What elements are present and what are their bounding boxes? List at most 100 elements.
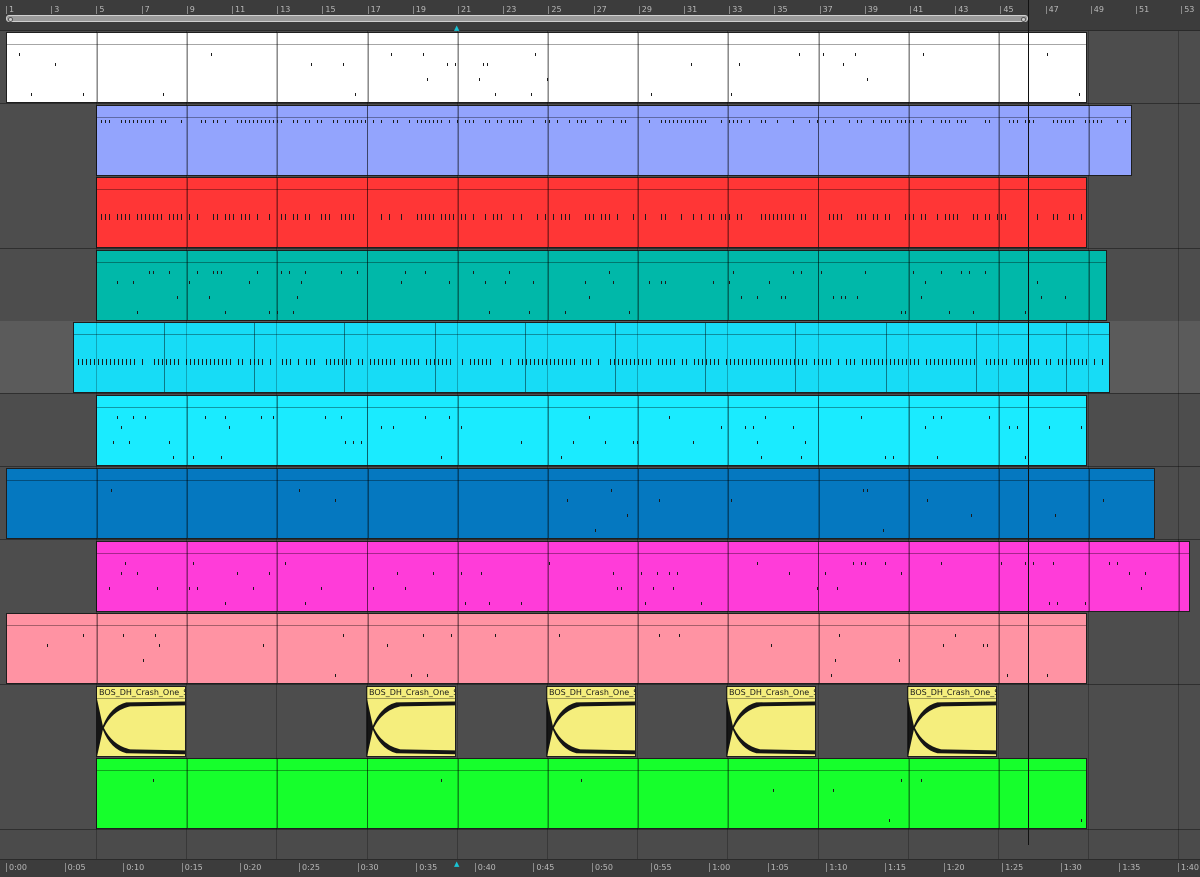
bar-divider	[548, 542, 549, 611]
midi-note	[149, 120, 150, 123]
midi-note	[261, 120, 262, 123]
audio-clip[interactable]: BOS_DH_Crash_One_Shot	[546, 686, 636, 757]
midi-note	[798, 359, 799, 365]
midi-note	[857, 120, 858, 123]
midi-note	[638, 359, 639, 365]
midi-note	[558, 359, 559, 365]
midi-note	[374, 359, 375, 365]
track-lane[interactable]	[0, 104, 1200, 177]
midi-clip[interactable]	[96, 758, 1087, 829]
track-lane[interactable]	[0, 176, 1200, 249]
midi-note	[149, 271, 150, 274]
midi-note	[289, 271, 290, 274]
track-lane[interactable]: BOS_DH_Crash_One_Shot BOS_DH_Crash_One_Sh…	[0, 685, 1200, 758]
midi-note	[387, 644, 388, 647]
midi-note	[137, 572, 138, 575]
track-lane[interactable]	[0, 757, 1200, 830]
midi-note	[785, 296, 786, 299]
midi-note	[749, 120, 750, 123]
midi-note	[713, 214, 714, 220]
midi-note	[495, 634, 496, 637]
midi-clip[interactable]	[96, 541, 1190, 612]
midi-note	[585, 214, 586, 220]
midi-clip[interactable]	[6, 613, 1087, 684]
track-lane[interactable]	[0, 612, 1200, 685]
midi-note	[533, 281, 534, 284]
waveform	[727, 699, 815, 756]
midi-note	[994, 359, 995, 365]
midi-note	[865, 271, 866, 274]
midi-note	[350, 359, 351, 365]
midi-clip[interactable]	[6, 32, 1087, 103]
midi-note	[1065, 296, 1066, 299]
midi-clip[interactable]	[96, 177, 1087, 248]
audio-clip[interactable]: BOS_DH_Crash_One_Shot	[907, 686, 997, 757]
midi-note	[310, 359, 311, 365]
midi-note	[1097, 120, 1098, 123]
midi-note	[305, 214, 306, 220]
midi-note	[1058, 359, 1059, 365]
midi-note	[417, 120, 418, 123]
midi-note	[566, 359, 567, 365]
midi-note	[361, 441, 362, 444]
midi-clip[interactable]	[73, 322, 1110, 393]
midi-note	[633, 441, 634, 444]
midi-note	[130, 359, 131, 365]
midi-clip[interactable]	[96, 105, 1132, 176]
midi-note	[55, 63, 56, 66]
midi-note	[434, 359, 435, 365]
audio-clip[interactable]: BOS_DH_Crash_One_Shot	[726, 686, 816, 757]
midi-note	[1006, 359, 1007, 365]
clip-header	[97, 396, 1086, 408]
midi-note	[921, 214, 922, 220]
midi-note	[314, 359, 315, 365]
midi-note	[513, 214, 514, 220]
track-lane[interactable]	[0, 467, 1200, 540]
bar-divider	[818, 759, 819, 828]
bar-divider	[818, 106, 819, 175]
midi-note	[161, 120, 162, 123]
bar-divider	[728, 542, 729, 611]
midi-note	[802, 359, 803, 365]
midi-clip[interactable]	[96, 250, 1107, 321]
midi-note	[985, 214, 986, 220]
track-lane[interactable]	[0, 321, 1200, 394]
midi-note	[341, 214, 342, 220]
midi-note	[1037, 214, 1038, 220]
midi-note	[353, 441, 354, 444]
midi-note	[269, 311, 270, 314]
bar-number: 27	[593, 6, 607, 14]
track-lane[interactable]	[0, 394, 1200, 467]
loop-brace[interactable]	[6, 15, 1028, 22]
bar-divider	[458, 469, 459, 538]
midi-note	[933, 120, 934, 123]
bar-divider	[1089, 251, 1090, 320]
bar-ruler[interactable]: 1 3 5 7 9 11 13 15 17 19 21 23 25 27 29 31 33 35 37 39 41 43 4…	[0, 0, 1200, 32]
midi-note	[317, 120, 318, 123]
track-lane[interactable]	[0, 31, 1200, 104]
midi-note	[653, 587, 654, 590]
midi-note	[833, 120, 834, 123]
midi-note	[501, 120, 502, 123]
playhead[interactable]	[1028, 0, 1029, 845]
midi-note	[845, 296, 846, 299]
audio-clip[interactable]: BOS_DH_Crash_One_Shot	[366, 686, 456, 757]
bar-divider	[886, 323, 887, 392]
midi-clip[interactable]	[96, 395, 1087, 466]
midi-note	[221, 271, 222, 274]
time-label: 0:45	[533, 863, 554, 872]
midi-note	[269, 214, 270, 220]
bar-divider	[819, 614, 820, 683]
midi-note	[111, 489, 112, 492]
midi-note	[557, 120, 558, 123]
midi-note	[1017, 120, 1018, 123]
midi-note	[714, 359, 715, 365]
track-lane[interactable]	[0, 540, 1200, 613]
bar-divider	[187, 251, 188, 320]
time-ruler[interactable]: 0:00 0:05 0:10 0:15 0:20 0:25 0:30 0:35 0:40 0:45…	[0, 859, 1200, 877]
audio-clip[interactable]: BOS_DH_Crash_One_Shot	[96, 686, 186, 757]
track-lane[interactable]	[0, 249, 1200, 322]
midi-clip[interactable]	[6, 468, 1155, 539]
midi-note	[621, 587, 622, 590]
midi-note	[794, 359, 795, 365]
